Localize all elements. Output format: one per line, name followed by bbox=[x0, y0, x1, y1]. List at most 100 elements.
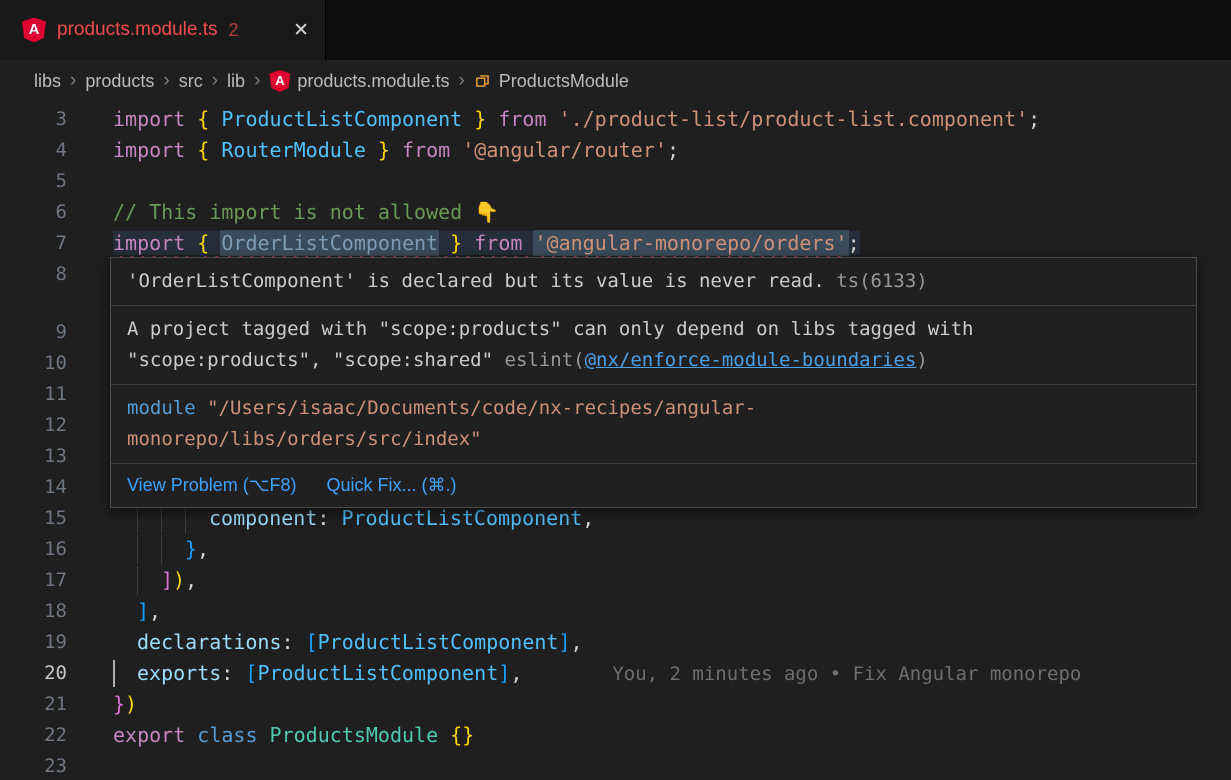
line-number-17[interactable]: 17 bbox=[0, 565, 67, 596]
quick-fix-action[interactable]: Quick Fix... (⌘.) bbox=[326, 473, 456, 497]
code-line-22[interactable]: export class ProductsModule {} bbox=[113, 720, 1231, 751]
code-line-5[interactable] bbox=[113, 166, 1231, 197]
view-problem-action[interactable]: View Problem (⌥F8) bbox=[127, 473, 296, 497]
line-number-5[interactable]: 5 bbox=[0, 166, 67, 197]
code-line-3[interactable]: import { ProductListComponent } from './… bbox=[113, 104, 1231, 135]
code-token: { bbox=[197, 138, 221, 162]
line-number-7[interactable]: 7 bbox=[0, 228, 67, 259]
code-token: from bbox=[486, 107, 558, 131]
hover-text: eslint bbox=[505, 349, 574, 371]
code-token: // This import is not allowed bbox=[113, 200, 474, 224]
tab-badge: 2 bbox=[229, 20, 239, 41]
code-line-6[interactable]: // This import is not allowed 👇 bbox=[113, 197, 1231, 228]
code-token: import bbox=[113, 231, 197, 255]
code-token: RouterModule bbox=[221, 138, 366, 162]
code-line-19[interactable]: declarations: [ProductListComponent], bbox=[113, 627, 1231, 658]
code-token: {} bbox=[450, 723, 474, 747]
line-number-14[interactable]: 14 bbox=[0, 472, 67, 503]
hover-row-ts-diagnostic: 'OrderListComponent' is declared but its… bbox=[111, 258, 1196, 306]
line-number-18[interactable]: 18 bbox=[0, 596, 67, 627]
code-token: ; bbox=[848, 231, 860, 255]
code-line-20[interactable]: exports: [ProductListComponent],You, 2 m… bbox=[113, 658, 1231, 689]
breadcrumb-label: lib bbox=[227, 71, 245, 92]
tab-products-module-ts[interactable]: A products.module.ts 2 ✕ bbox=[0, 0, 326, 60]
line-number-10[interactable]: 10 bbox=[0, 348, 67, 379]
breadcrumb-label: libs bbox=[34, 71, 61, 92]
line-number-11[interactable]: 11 bbox=[0, 379, 67, 410]
line-number-3[interactable]: 3 bbox=[0, 104, 67, 135]
line-number-15[interactable]: 15 bbox=[0, 503, 67, 534]
code-token: [ bbox=[245, 661, 257, 685]
code-token: ProductListComponent bbox=[341, 506, 582, 530]
breadcrumb-label: src bbox=[179, 71, 203, 92]
indent-guide bbox=[161, 504, 162, 533]
breadcrumb-item-products[interactable]: products bbox=[85, 71, 154, 92]
line-number-22[interactable]: 22 bbox=[0, 720, 67, 751]
hover-actions: View Problem (⌥F8) Quick Fix... (⌘.) bbox=[111, 464, 1196, 507]
code-token: ; bbox=[1028, 107, 1040, 131]
hover-rows: 'OrderListComponent' is declared but its… bbox=[111, 258, 1196, 464]
breadcrumb-separator: › bbox=[212, 70, 218, 92]
code-token: declarations bbox=[137, 630, 282, 654]
indent-guide bbox=[137, 504, 138, 533]
code-token: ) bbox=[125, 692, 137, 716]
code-token: : bbox=[282, 630, 306, 654]
code-line-21[interactable]: }) bbox=[113, 689, 1231, 720]
code-line-18[interactable]: ], bbox=[113, 596, 1231, 627]
line-number-16[interactable]: 16 bbox=[0, 534, 67, 565]
angular-icon: A bbox=[269, 70, 290, 92]
code-token: , bbox=[185, 568, 197, 592]
breadcrumb-item-productsmodule[interactable]: ProductsModule bbox=[474, 71, 629, 92]
breadcrumb-item-libs[interactable]: libs bbox=[34, 71, 61, 92]
code-token: : bbox=[317, 506, 341, 530]
indent-guide bbox=[137, 535, 138, 564]
breadcrumb-item-src[interactable]: src bbox=[179, 71, 203, 92]
code-token: '@angular-monorepo/orders' bbox=[534, 231, 847, 255]
code-token: ProductListComponent bbox=[221, 107, 462, 131]
breadcrumb-label: products.module.ts bbox=[297, 71, 449, 92]
code-token: ] bbox=[137, 599, 149, 623]
close-icon[interactable]: ✕ bbox=[293, 19, 309, 42]
breadcrumb-item-lib[interactable]: lib bbox=[227, 71, 245, 92]
code-token: } bbox=[185, 537, 197, 561]
code-line-16[interactable]: }, bbox=[113, 534, 1231, 565]
line-number-23[interactable]: 23 bbox=[0, 751, 67, 780]
git-blame-annotation: You, 2 minutes ago • Fix Angular monorep… bbox=[612, 663, 1081, 685]
code-line-23[interactable] bbox=[113, 751, 1231, 780]
line-number-20[interactable]: 20 bbox=[0, 658, 67, 689]
code-token: { bbox=[197, 107, 221, 131]
line-number-19[interactable]: 19 bbox=[0, 627, 67, 658]
code-line-17[interactable]: ]), bbox=[113, 565, 1231, 596]
code-token: class bbox=[197, 723, 269, 747]
breadcrumb-item-products-module-ts[interactable]: Aproducts.module.ts bbox=[269, 70, 449, 92]
line-number-6[interactable]: 6 bbox=[0, 197, 67, 228]
code-token: exports bbox=[137, 661, 221, 685]
indent-guide bbox=[137, 566, 138, 595]
code-token: import bbox=[113, 107, 197, 131]
hover-text: ( bbox=[573, 349, 584, 371]
breadcrumb-separator: › bbox=[458, 70, 464, 92]
line-number-21[interactable]: 21 bbox=[0, 689, 67, 720]
code-token: component bbox=[209, 506, 317, 530]
code-token: OrderListComponent bbox=[221, 231, 438, 255]
line-number-9[interactable]: 9 bbox=[0, 317, 67, 348]
code-token: , bbox=[149, 599, 161, 623]
line-number-13[interactable]: 13 bbox=[0, 441, 67, 472]
hover-text: 'OrderListComponent' is declared but its… bbox=[127, 270, 825, 292]
line-number-8[interactable]: 8 bbox=[0, 259, 67, 290]
code-token: , bbox=[197, 537, 209, 561]
code-line-4[interactable]: import { RouterModule } from '@angular/r… bbox=[113, 135, 1231, 166]
class-symbol-icon bbox=[474, 72, 492, 90]
code-token: } bbox=[462, 107, 486, 131]
line-number-4[interactable]: 4 bbox=[0, 135, 67, 166]
code-token: [ bbox=[306, 630, 318, 654]
indent-guide bbox=[161, 535, 162, 564]
code-token: } bbox=[438, 231, 474, 255]
line-number-12[interactable]: 12 bbox=[0, 410, 67, 441]
code-token: ] bbox=[161, 568, 173, 592]
code-token: '@angular/router' bbox=[462, 138, 667, 162]
code-line-7[interactable]: import { OrderListComponent } from '@ang… bbox=[113, 228, 1231, 259]
tab-title: products.module.ts bbox=[57, 19, 218, 41]
breadcrumb: libs›products›src›lib›Aproducts.module.t… bbox=[0, 60, 1231, 102]
eslint-rule-link[interactable]: @nx/enforce-module-boundaries bbox=[585, 349, 917, 371]
